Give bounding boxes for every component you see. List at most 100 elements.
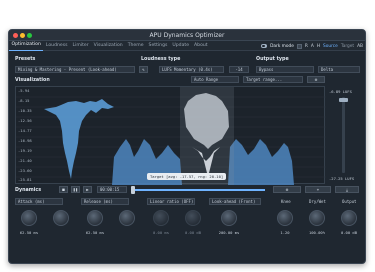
dyn-settings-button[interactable]: ⚙: [273, 186, 301, 193]
source-button[interactable]: Source: [323, 44, 338, 49]
lookahead-value: 200.00 ms: [218, 230, 240, 235]
tab-limiter[interactable]: Limiter: [70, 41, 91, 51]
auto-range-select[interactable]: Auto Range: [191, 76, 239, 83]
minimize-icon[interactable]: [20, 33, 25, 38]
add-button[interactable]: +: [305, 186, 331, 193]
app-window: APU Dynamics Optimizer Optimization Loud…: [8, 29, 366, 264]
linear-ratio-select[interactable]: Linear ratio (OFF): [147, 198, 195, 205]
loudness-type-value: LUFS Momentary (0.4s): [162, 67, 213, 72]
target-tooltip-text: Target [avg: -17.57, rng: 20.10]: [150, 174, 224, 179]
delta-toggle[interactable]: Delta: [318, 66, 360, 73]
y-tick-5: -16.98: [18, 138, 32, 143]
tab-loudness[interactable]: Loudness: [43, 41, 70, 51]
pause-button[interactable]: ❚❚: [71, 186, 80, 193]
target-button[interactable]: Target: [341, 44, 354, 49]
presets-select-value: Mixing & Mastering - Present (Look-ahead…: [18, 67, 117, 72]
y-tick-1: -8.15: [18, 98, 30, 103]
stop-button[interactable]: ■: [59, 186, 68, 193]
time-display: 00:00:15: [97, 186, 127, 193]
presets-select[interactable]: Mixing & Mastering - Present (Look-ahead…: [15, 66, 135, 73]
waveform-graph: [16, 87, 326, 185]
drywet-knob[interactable]: [309, 210, 325, 226]
linear-ratio-value: 0.00 ms: [152, 230, 169, 235]
attack-fine-knob[interactable]: [53, 210, 69, 226]
lufs-meter: -6.89 LUFS -27.25 LUFS: [329, 86, 361, 184]
release-fine-knob[interactable]: [119, 210, 135, 226]
linear-ratio-label: Linear ratio (OFF): [150, 199, 194, 204]
pencil-icon: ✎: [142, 67, 145, 72]
timeline-slider[interactable]: [131, 189, 265, 191]
linear-ratio-alt-value: 0.00 dB: [184, 230, 201, 235]
linear-ratio-fine-knob[interactable]: [185, 210, 201, 226]
tab-optimization[interactable]: Optimization: [9, 40, 44, 51]
dark-mode-toggle[interactable]: [261, 44, 268, 48]
tab-theme[interactable]: Theme: [125, 41, 146, 51]
tab-settings[interactable]: Settings: [146, 41, 170, 51]
loudness-type-select[interactable]: LUFS Momentary (0.4s): [159, 66, 224, 73]
loudness-type-label: Loudness type: [141, 57, 181, 62]
attack-select[interactable]: Attack (ms): [15, 198, 63, 205]
selection-window: [180, 87, 234, 185]
lufs-meter-handle[interactable]: [339, 98, 348, 102]
output-type-label: Output type: [256, 57, 289, 62]
delta-label: Delta: [321, 67, 334, 72]
lookahead-knob[interactable]: [221, 210, 237, 226]
title-bar: APU Dynamics Optimizer: [9, 30, 365, 41]
chip-r-label[interactable]: R: [305, 44, 308, 49]
window-title: APU Dynamics Optimizer: [149, 32, 225, 39]
output-knob[interactable]: [341, 210, 357, 226]
y-tick-2: -10.35: [18, 108, 32, 113]
attack-value: 62.50 ms: [19, 230, 39, 235]
edit-preset-button[interactable]: ✎: [139, 66, 148, 73]
tab-visualization[interactable]: Visualization: [91, 41, 125, 51]
target-tooltip: Target [avg: -17.57, rng: 20.10]: [147, 173, 227, 180]
attack-label: Attack (ms): [18, 199, 45, 204]
release-select[interactable]: Release (ms): [81, 198, 129, 205]
y-tick-9: -25.81: [18, 177, 32, 182]
target-range-value: Target range...: [246, 77, 283, 82]
lufs-bottom-label: -27.25 LUFS: [329, 176, 355, 181]
plus-icon: +: [316, 187, 320, 192]
y-tick-8: -23.60: [18, 168, 32, 173]
window-controls[interactable]: [13, 33, 32, 38]
time-value: 00:00:15: [100, 187, 120, 192]
lufs-top-label: -6.89 LUFS: [329, 89, 352, 94]
lookahead-label: Look-ahead (Front): [212, 199, 256, 204]
export-button[interactable]: ⤓: [335, 186, 359, 193]
knee-value: 1.20: [280, 230, 290, 235]
y-tick-7: -21.40: [18, 158, 32, 163]
chip-a-label[interactable]: A: [311, 44, 314, 49]
release-value: 62.50 ms: [85, 230, 105, 235]
play-button[interactable]: ▶: [83, 186, 92, 193]
visualization-panel[interactable]: -5.94 -8.15 -10.35 -12.56 -14.77 -16.98 …: [15, 86, 326, 185]
lufs-meter-track[interactable]: [342, 97, 345, 173]
presets-label: Presets: [15, 57, 36, 62]
target-range-select[interactable]: Target range...: [243, 76, 303, 83]
visualization-label: Visualization: [15, 78, 50, 83]
viz-settings-button[interactable]: ⚙: [307, 76, 325, 83]
export-icon: ⤓: [346, 187, 348, 192]
drywet-label: Dry/Wet: [309, 199, 326, 204]
tab-update[interactable]: Update: [170, 41, 192, 51]
linear-ratio-knob[interactable]: [153, 210, 169, 226]
timeline-handle[interactable]: [131, 186, 135, 194]
y-tick-3: -12.56: [18, 118, 32, 123]
dark-mode-label: Dark mode: [270, 43, 294, 49]
attack-knob[interactable]: [21, 210, 37, 226]
ab-button[interactable]: AB: [357, 44, 363, 49]
release-knob[interactable]: [87, 210, 103, 226]
tab-about[interactable]: About: [192, 41, 211, 51]
close-icon[interactable]: [13, 33, 18, 38]
play-icon: ▶: [86, 187, 89, 192]
maximize-icon[interactable]: [27, 33, 32, 38]
drywet-value: 100.00%: [308, 230, 325, 235]
y-tick-6: -19.19: [18, 148, 32, 153]
knee-knob[interactable]: [277, 210, 293, 226]
lookahead-select[interactable]: Look-ahead (Front): [209, 198, 261, 205]
chip-h-label[interactable]: H: [317, 44, 320, 49]
menu-bar: Optimization Loudness Limiter Visualizat…: [9, 41, 365, 51]
dynamics-label: Dynamics: [15, 188, 42, 193]
loudness-number-field[interactable]: -14: [229, 66, 249, 73]
chip-r[interactable]: [296, 43, 302, 49]
output-type-select[interactable]: Bypass: [256, 66, 314, 73]
